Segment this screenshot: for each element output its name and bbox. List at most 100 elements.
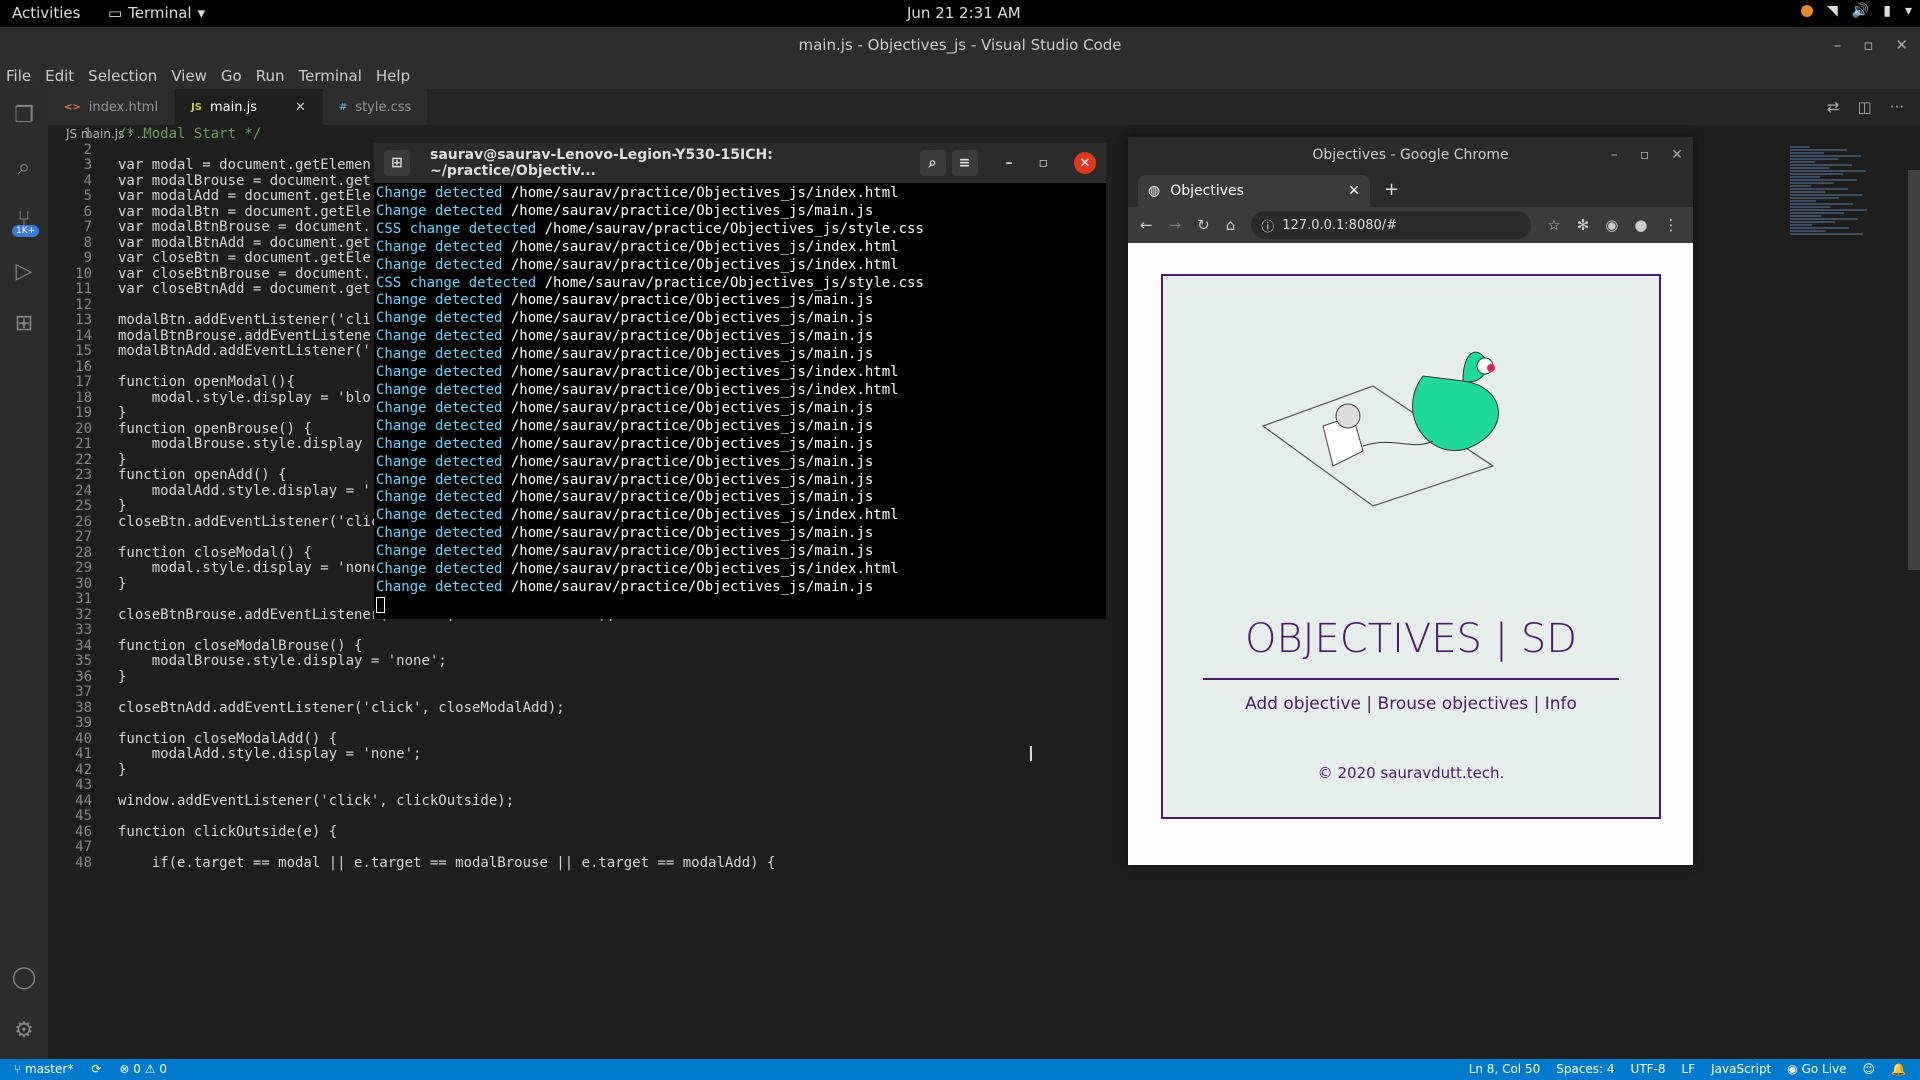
address-toolbar: ← → ↻ ⌂ ⓘ 127.0.0.1:8080/# ☆ ✻ ◉ ● ⋮ (1128, 207, 1693, 243)
terminal-search-icon[interactable]: ⌕ (919, 150, 946, 176)
extensions-icon[interactable]: ⊞ (0, 297, 48, 349)
branch-status[interactable]: ⑂ master* (14, 1059, 73, 1080)
tab-style-css[interactable]: # style.css (322, 89, 429, 125)
profile-avatar[interactable]: ● (1634, 216, 1647, 234)
activities-button[interactable]: Activities (12, 4, 80, 22)
minimap-line (1790, 149, 1847, 151)
minimap-line (1790, 191, 1825, 193)
indentation[interactable]: Spaces: 4 (1556, 1059, 1614, 1080)
close-icon[interactable]: ✕ (1895, 27, 1908, 63)
minimize-icon[interactable]: – (1006, 155, 1013, 171)
feedback-icon[interactable]: ☺ (1863, 1059, 1876, 1080)
sync-icon[interactable]: ⟳ (91, 1059, 101, 1080)
new-tab-plus-icon[interactable]: + (1384, 179, 1399, 200)
terminal-line-status: Change detected (376, 364, 503, 381)
line-number: 39 (75, 715, 92, 731)
app-menu[interactable]: ▭ Terminal ▾ (108, 4, 205, 22)
minimap-line (1790, 152, 1824, 154)
code-line: /* Modal Start */ (118, 126, 262, 142)
search-icon[interactable]: ⌕ (0, 141, 48, 193)
new-tab-icon[interactable]: ⊞ (384, 150, 410, 176)
close-icon[interactable]: ✕ (1074, 152, 1096, 174)
minimap-line (1790, 176, 1820, 178)
minimap-line (1790, 224, 1812, 226)
close-tab-icon[interactable]: ✕ (1348, 183, 1360, 199)
cursor-position[interactable]: Ln 8, Col 50 (1469, 1059, 1541, 1080)
run-debug-icon[interactable]: ▷ (0, 245, 48, 297)
go-live-button[interactable]: ◉ Go Live (1787, 1059, 1846, 1080)
browser-tab[interactable]: ◍ Objectives ✕ (1138, 175, 1370, 207)
minimap-line (1790, 194, 1862, 196)
encoding[interactable]: UTF-8 (1631, 1059, 1666, 1080)
bell-icon[interactable]: 🔔 (1891, 1059, 1906, 1080)
warnings-count: 0 (159, 1062, 167, 1076)
tab-label: main.js (210, 99, 258, 115)
menu-go[interactable]: Go (221, 63, 242, 89)
terminal-line-status: Change detected (376, 507, 503, 524)
tab-main-js[interactable]: JS main.js ✕ (175, 89, 323, 125)
code-line: modalAdd.style.display = ' (118, 482, 371, 499)
source-control-icon[interactable]: ⑂ 1K+ (0, 193, 48, 245)
close-icon[interactable]: ✕ (1671, 137, 1683, 173)
maximize-icon[interactable]: ▫ (1640, 137, 1650, 173)
explorer-icon[interactable]: ❐ (0, 89, 48, 141)
menu-run[interactable]: Run (256, 63, 285, 89)
more-actions-icon[interactable]: ··· (1890, 98, 1904, 116)
terminal-line: Change detected /home/saurav/practice/Ob… (376, 579, 1104, 597)
line-number: 46 (75, 823, 92, 840)
terminal-line: Change detected /home/saurav/practice/Ob… (376, 364, 1104, 382)
terminal-line: Change detected /home/saurav/practice/Ob… (376, 292, 1104, 310)
code-line: var modalBtnBrouse = document. (118, 219, 371, 235)
chrome-menu-icon[interactable]: ⋮ (1663, 216, 1678, 234)
menu-help[interactable]: Help (376, 63, 410, 89)
open-changes-icon[interactable]: ⇄ (1827, 98, 1840, 116)
minimize-icon[interactable]: – (1611, 137, 1618, 173)
problems-status[interactable]: ⊗ 0 ⚠ 0 (119, 1059, 167, 1080)
account-icon[interactable]: ◯ (0, 951, 48, 1003)
editor-scrollbar[interactable] (1908, 170, 1920, 570)
tab-index-html[interactable]: <> index.html (48, 89, 176, 125)
terminal-window[interactable]: ⊞ saurav@saurav-Lenovo-Legion-Y530-15ICH… (374, 143, 1106, 619)
close-tab-icon[interactable]: ✕ (295, 100, 306, 115)
back-icon[interactable]: ← (1140, 216, 1153, 234)
extension-icon[interactable]: ✻ (1577, 216, 1590, 234)
terminal-output[interactable]: Change detected /home/saurav/practice/Ob… (374, 183, 1106, 619)
menu-file[interactable]: File (6, 63, 31, 89)
site-nav[interactable]: Add objective | Brouse objectives | Info (1163, 694, 1659, 714)
site-heading: OBJECTIVES | SD (1244, 616, 1578, 662)
home-icon[interactable]: ⌂ (1226, 216, 1236, 234)
extension-check-icon[interactable]: ◉ (1605, 216, 1618, 234)
line-number: 23 (75, 467, 92, 483)
reload-icon[interactable]: ↻ (1197, 216, 1210, 234)
bookmark-star-icon[interactable]: ☆ (1547, 216, 1560, 234)
line-number: 27 (75, 529, 92, 545)
menu-selection[interactable]: Selection (88, 63, 157, 89)
hamburger-menu-icon[interactable]: ≡ (951, 150, 978, 176)
terminal-line-status: Change detected (376, 346, 503, 363)
language-mode[interactable]: JavaScript (1711, 1059, 1771, 1080)
maximize-icon[interactable]: ▫ (1863, 27, 1873, 63)
window-controls: – ▫ ✕ (1834, 27, 1908, 63)
code-line: var modalBtnAdd = document.get (118, 234, 371, 251)
minimap-line (1790, 200, 1816, 202)
line-number: 9 (83, 250, 92, 266)
forward-icon[interactable]: → (1169, 216, 1182, 234)
menu-view[interactable]: View (171, 63, 207, 89)
terminal-line-path: /home/saurav/practice/Objectives_js/main… (510, 346, 874, 363)
split-editor-icon[interactable]: ◫ (1858, 98, 1872, 116)
minimap[interactable] (1790, 145, 1890, 265)
menu-terminal[interactable]: Terminal (299, 63, 362, 89)
chrome-window[interactable]: Objectives - Google Chrome – ▫ ✕ ◍ Objectiv… (1128, 137, 1693, 865)
minimap-line (1790, 227, 1849, 229)
line-ending[interactable]: LF (1682, 1059, 1696, 1080)
line-number: 16 (75, 358, 92, 375)
system-tray[interactable]: ◥ 🔊 ▮ ▾ (1801, 3, 1912, 19)
clock[interactable]: Jun 21 2:31 AM (907, 4, 1021, 22)
menu-edit[interactable]: Edit (45, 63, 74, 89)
settings-gear-icon[interactable]: ⚙ (0, 1004, 48, 1056)
terminal-line-path: /home/saurav/practice/Objectives_js/inde… (510, 364, 899, 381)
minimize-icon[interactable]: – (1834, 27, 1842, 63)
maximize-icon[interactable]: ▫ (1039, 155, 1049, 171)
address-bar[interactable]: ⓘ 127.0.0.1:8080/# (1251, 211, 1532, 239)
line-number: 42 (75, 761, 92, 778)
